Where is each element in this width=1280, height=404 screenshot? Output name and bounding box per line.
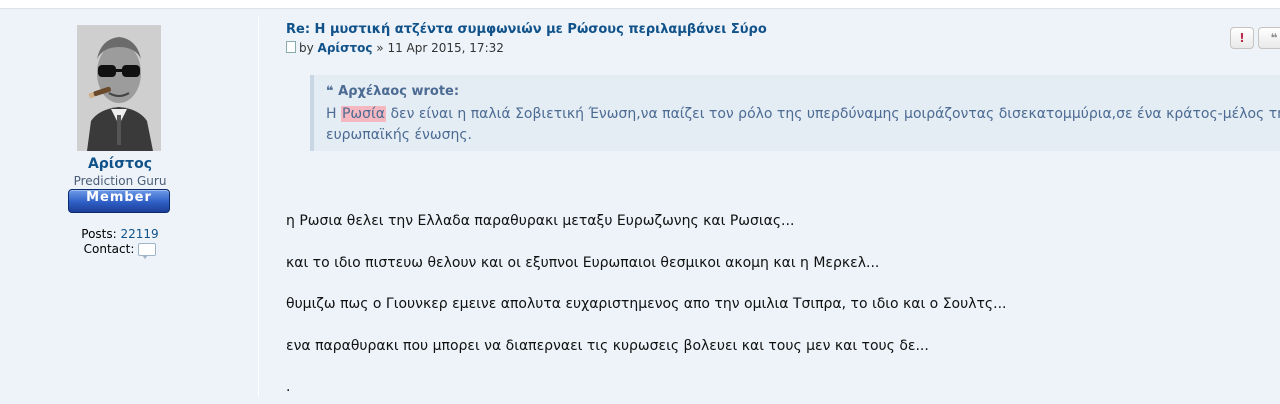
post-paragraph: η Ρωσια θελει την Ελλαδα παραθυρακι μετα…	[286, 213, 795, 229]
quote-mark-icon: ❝	[326, 84, 339, 99]
top-strip	[0, 0, 1280, 8]
report-button[interactable]: !	[1230, 27, 1254, 49]
post-paragraph: .	[286, 379, 291, 395]
post-title[interactable]: Re: Η μυστική ατζέντα συμφωνιών με Ρώσου…	[286, 22, 767, 37]
forum-post: Αρίστος Prediction Guru Member Posts: 22…	[0, 8, 1280, 404]
quote-line1-rest: δεν είναι η παλιά Σοβιετική Ένωση,να παί…	[390, 106, 1280, 122]
contact-line: Contact:	[0, 242, 240, 259]
search-highlight: Ρωσία	[340, 106, 386, 122]
rank-badge: Member	[68, 189, 170, 213]
post-paragraph: θυμιζω πως ο Γιουνκερ εμεινε απολυτα ευχ…	[286, 296, 1007, 312]
post-file-icon[interactable]	[286, 41, 296, 53]
post-author-link[interactable]: Αρίστος	[318, 41, 373, 55]
posts-count-link[interactable]: 22119	[121, 227, 159, 241]
contact-label: Contact:	[83, 242, 135, 256]
post-meta: by Αρίστος » 11 Apr 2015, 17:32	[286, 41, 504, 55]
post-paragraph: και το ιδιο πιστευω θελουν και οι εξυπνο…	[286, 255, 880, 271]
rank-title: Prediction Guru	[73, 174, 167, 188]
username[interactable]: Αρίστος	[0, 156, 240, 172]
quote-line2: ευρωπαϊκής ένωσης.	[326, 127, 472, 143]
contact-speech-bubble-icon[interactable]	[138, 243, 157, 259]
quote-text: Η Ρωσία δεν είναι η παλιά Σοβιετική Ένωσ…	[326, 104, 1280, 146]
avatar-photo	[77, 25, 161, 151]
quote-line1-prefix: Η	[326, 106, 337, 122]
posts-count-line: Posts: 22119	[0, 227, 240, 241]
post-paragraph: ενα παραθυρακι που μπορει να διαπερναει …	[286, 338, 929, 354]
column-divider	[258, 17, 259, 397]
post-date: 11 Apr 2015, 17:32	[387, 41, 504, 55]
meta-separator: »	[376, 41, 384, 55]
posts-label: Posts:	[81, 227, 117, 241]
quote-author: ❝ Αρχέλαος wrote:	[326, 84, 459, 99]
blockquote: ❝ Αρχέλαος wrote: Η Ρωσία δεν είναι η πα…	[310, 75, 1280, 151]
quote-author-text: Αρχέλαος wrote:	[338, 84, 460, 99]
meta-by: by	[299, 41, 314, 55]
avatar[interactable]	[77, 25, 161, 151]
quote-button[interactable]: ❝	[1258, 27, 1280, 49]
post-profile: Αρίστος Prediction Guru Member Posts: 22…	[0, 9, 240, 404]
